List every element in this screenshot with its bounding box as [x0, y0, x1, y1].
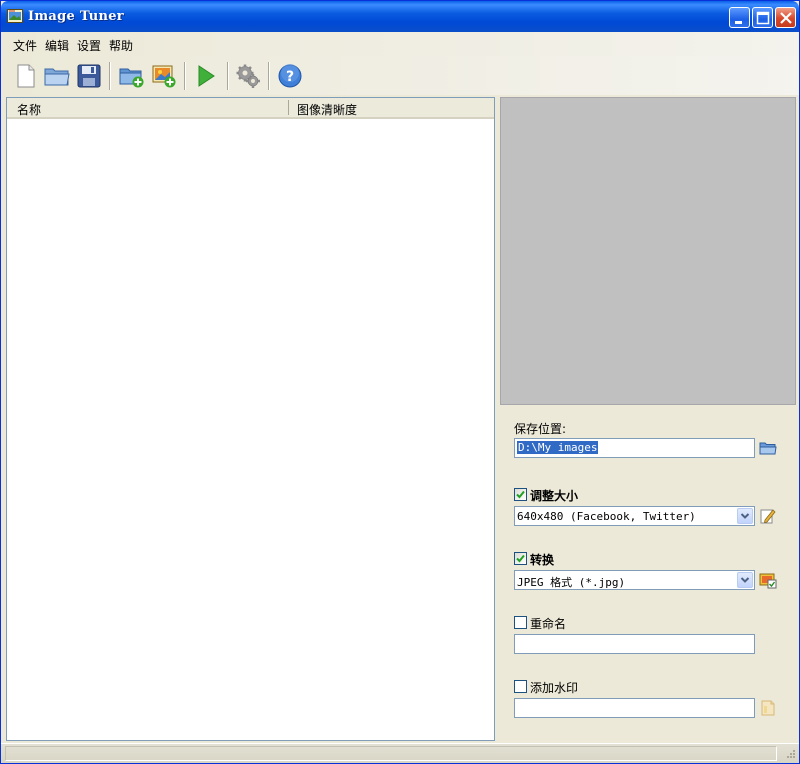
close-button[interactable]: [775, 7, 796, 28]
chevron-down-icon[interactable]: [737, 508, 753, 524]
save-location-label: 保存位置:: [514, 422, 567, 436]
column-header-name[interactable]: 名称: [17, 101, 41, 118]
open-folder-icon[interactable]: [44, 63, 70, 89]
column-divider[interactable]: [288, 100, 289, 115]
title-bar[interactable]: Image Tuner: [1, 1, 799, 32]
save-icon[interactable]: [76, 63, 102, 89]
save-location-value: D:\My images: [517, 441, 599, 454]
svg-text:?: ?: [286, 69, 294, 85]
resize-value: 640x480 (Facebook, Twitter): [517, 510, 696, 523]
close-icon: [780, 12, 792, 24]
status-bar: [1, 743, 799, 763]
help-icon[interactable]: ?: [277, 63, 303, 89]
column-header-resolution[interactable]: 图像清晰度: [297, 101, 357, 118]
maximize-button[interactable]: [752, 7, 773, 28]
resize-grip-icon[interactable]: [784, 749, 796, 761]
chevron-down-icon[interactable]: [737, 572, 753, 588]
checkmark-icon: [516, 554, 525, 563]
rename-label: 重命名: [530, 617, 567, 631]
toolbar-separator: [268, 62, 270, 90]
toolbar-separator: [227, 62, 229, 90]
checkmark-icon: [516, 490, 525, 499]
save-location-input[interactable]: D:\My images: [514, 438, 755, 458]
app-window: Image Tuner 文件 编辑 设置 帮助 ? 名称 图像清晰度 保存位置:…: [0, 0, 800, 764]
convert-checkbox[interactable]: [514, 552, 527, 565]
watermark-label: 添加水印: [530, 681, 579, 695]
watermark-checkbox[interactable]: [514, 680, 527, 693]
watermark-input[interactable]: [514, 698, 755, 718]
minimize-button[interactable]: [729, 7, 750, 28]
new-file-icon[interactable]: [13, 63, 39, 89]
maximize-icon: [756, 11, 770, 25]
convert-value: JPEG 格式 (*.jpg): [517, 576, 626, 589]
watermark-options-icon[interactable]: [759, 699, 777, 717]
edit-resize-icon[interactable]: [759, 507, 777, 525]
settings-gears-icon[interactable]: [235, 63, 261, 89]
play-icon[interactable]: [193, 63, 219, 89]
window-title: Image Tuner: [28, 9, 124, 24]
toolbar-separator: [109, 62, 111, 90]
minimize-icon: [735, 21, 742, 24]
status-field: [5, 746, 777, 761]
toolbar-separator: [184, 62, 186, 90]
rename-input[interactable]: [514, 634, 755, 654]
menu-edit[interactable]: 编辑: [45, 37, 69, 54]
menu-file[interactable]: 文件: [13, 37, 37, 54]
menu-bar: 文件 编辑 设置 帮助: [1, 32, 799, 56]
list-header: 名称 图像清晰度: [7, 98, 494, 119]
add-image-icon[interactable]: [151, 63, 177, 89]
resize-select[interactable]: 640x480 (Facebook, Twitter): [514, 506, 755, 526]
toolbar: ?: [1, 56, 799, 95]
resize-checkbox[interactable]: [514, 488, 527, 501]
menu-settings[interactable]: 设置: [77, 37, 101, 54]
resize-label: 调整大小: [530, 489, 579, 503]
convert-label: 转换: [530, 553, 555, 567]
menu-help[interactable]: 帮助: [109, 37, 133, 54]
rename-checkbox[interactable]: [514, 616, 527, 629]
browse-folder-icon[interactable]: [759, 439, 777, 457]
image-preview: [500, 97, 796, 405]
convert-options-icon[interactable]: [759, 571, 777, 589]
convert-select[interactable]: JPEG 格式 (*.jpg): [514, 570, 755, 590]
add-folder-icon[interactable]: [119, 63, 145, 89]
file-list[interactable]: 名称 图像清晰度: [6, 97, 495, 741]
app-icon: [7, 9, 23, 23]
